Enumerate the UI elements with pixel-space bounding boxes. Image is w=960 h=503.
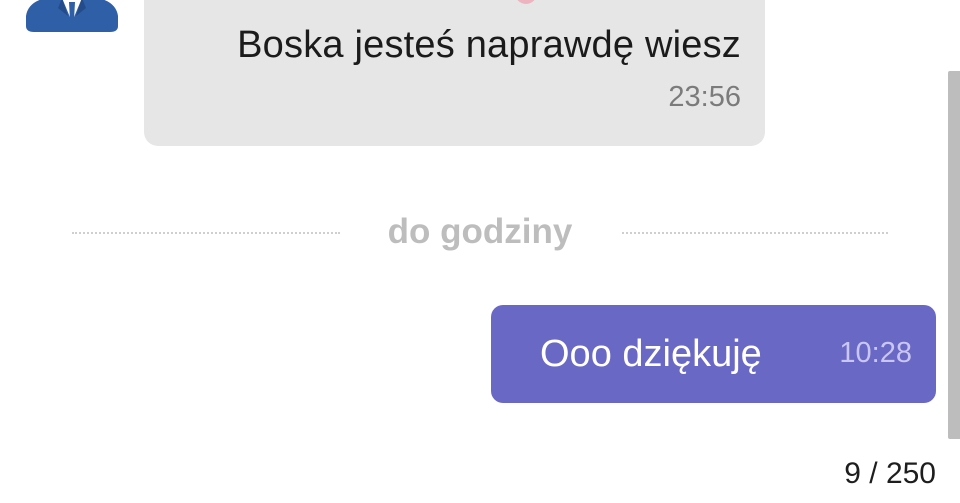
- message-timestamp: 23:56: [668, 81, 741, 113]
- message-timestamp: 10:28: [839, 337, 912, 369]
- chat-screen: Boska jesteś naprawdę wiesz 23:56 do god…: [0, 0, 960, 503]
- sender-avatar-icon[interactable]: [24, 0, 120, 32]
- outgoing-message-bubble[interactable]: Ooo dziękuję 10:28: [491, 305, 936, 403]
- message-text: Ooo dziękuję: [540, 333, 762, 375]
- page-counter: 9 / 250: [844, 457, 936, 490]
- divider-line-right: [622, 232, 888, 234]
- person-in-suit-icon: [26, 0, 118, 32]
- scrollbar-thumb[interactable]: [948, 71, 960, 439]
- time-divider: do godziny: [72, 208, 888, 254]
- incoming-message-bubble[interactable]: Boska jesteś naprawdę wiesz 23:56: [144, 0, 765, 146]
- message-text: Boska jesteś naprawdę wiesz: [237, 24, 741, 66]
